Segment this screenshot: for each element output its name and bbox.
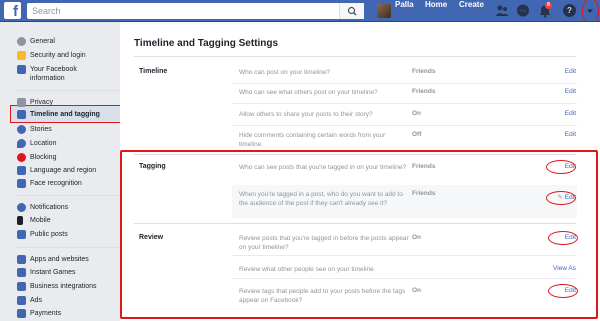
- sidebar-item-label: Face recognition: [30, 180, 82, 187]
- sidebar-item-label: Timeline and tagging: [30, 111, 100, 118]
- sidebar-item-label: Apps and websites: [30, 256, 89, 263]
- page-title: Timeline and Tagging Settings: [134, 38, 279, 49]
- search-button[interactable]: [339, 3, 364, 19]
- language-icon: [17, 166, 26, 175]
- sidebar-item-label: Language and region: [30, 167, 97, 174]
- sidebar-item-label: Privacy: [30, 99, 53, 106]
- sidebar-item-stories[interactable]: Stories: [17, 125, 52, 134]
- sidebar-divider: [15, 90, 125, 91]
- friend-requests-icon[interactable]: [495, 4, 509, 18]
- sidebar-item-label: Location: [30, 140, 57, 147]
- mobile-icon: [17, 216, 23, 225]
- sidebar-item-label: Ads: [30, 297, 43, 304]
- gear-icon: [17, 37, 26, 46]
- sidebar-item-label: Public posts: [30, 231, 68, 238]
- sidebar-item-business-integrations[interactable]: Business integrations: [17, 282, 97, 291]
- sidebar-item-label: Stories: [30, 126, 52, 133]
- facebook-logo-icon[interactable]: f: [4, 2, 21, 19]
- help-icon[interactable]: ?: [563, 4, 576, 17]
- sidebar-item-face-recognition[interactable]: Face recognition: [17, 179, 82, 188]
- home-link[interactable]: Home: [425, 0, 447, 22]
- business-icon: [17, 282, 26, 291]
- sidebar-item-label: Your Facebook information: [30, 66, 77, 82]
- sidebar-item-label: Payments: [30, 310, 62, 317]
- sidebar-item-privacy[interactable]: Privacy: [17, 98, 53, 107]
- row-divider: [232, 103, 577, 104]
- sidebar-item-ads[interactable]: Ads: [17, 296, 42, 305]
- avatar[interactable]: [377, 4, 391, 18]
- sidebar-item-language-and-region[interactable]: Language and region: [17, 166, 96, 175]
- apps-icon: [17, 255, 26, 264]
- sidebar-item-general[interactable]: General: [17, 37, 55, 46]
- sidebar-item-label: Notifications: [30, 204, 69, 211]
- rss-icon: [17, 230, 26, 239]
- sidebar-item-security[interactable]: Security and login: [17, 51, 86, 60]
- title-divider: [134, 56, 576, 57]
- facebook-icon: [17, 65, 26, 74]
- ads-icon: [17, 296, 26, 305]
- sidebar-item-notifications[interactable]: Notifications: [17, 203, 68, 212]
- sidebar-item-instant-games[interactable]: Instant Games: [17, 268, 76, 277]
- sidebar-item-label: Blocking: [30, 154, 57, 161]
- location-icon: [17, 139, 26, 148]
- blocking-icon: [17, 153, 26, 162]
- edit-link[interactable]: Edit: [565, 68, 576, 75]
- edit-link[interactable]: Edit: [565, 131, 576, 138]
- sidebar-divider: [15, 247, 125, 248]
- payments-icon: [17, 309, 26, 318]
- sidebar-item-blocking[interactable]: Blocking: [17, 153, 56, 162]
- shield-icon: [17, 51, 26, 60]
- timeline-icon: [17, 110, 26, 119]
- sidebar-item-location[interactable]: Location: [17, 139, 56, 148]
- setting-question: Who can post on your timeline?: [239, 69, 331, 76]
- row-divider: [232, 125, 577, 126]
- search-icon: [347, 6, 357, 16]
- globe-icon: [17, 203, 26, 212]
- sidebar-item-label: Mobile: [30, 217, 51, 224]
- games-icon: [17, 268, 26, 277]
- sidebar-item-label: General: [30, 38, 55, 45]
- settings-panel: Timeline and Tagging Settings Timeline W…: [120, 22, 600, 321]
- sidebar-item-facebook-information[interactable]: Your Facebook information: [17, 65, 110, 83]
- search-input[interactable]: Search: [27, 3, 364, 19]
- sidebar-item-public-posts[interactable]: Public posts: [17, 230, 68, 239]
- setting-question: Hide comments containing certain words f…: [239, 132, 386, 148]
- setting-question: Allow others to share your posts to thei…: [239, 111, 373, 118]
- top-navigation-bar: f Search Palla Home Create 8 ?: [0, 0, 600, 22]
- row-divider: [232, 83, 577, 84]
- settings-sidebar: General Security and login Your Facebook…: [0, 22, 130, 321]
- sidebar-item-label: Security and login: [30, 52, 86, 59]
- edit-link[interactable]: Edit: [565, 110, 576, 117]
- profile-link[interactable]: Palla: [395, 0, 414, 22]
- create-link[interactable]: Create: [459, 0, 484, 22]
- setting-value: On: [412, 110, 422, 117]
- setting-value: Friends: [412, 88, 436, 95]
- messenger-icon[interactable]: [516, 4, 530, 18]
- section-label-timeline: Timeline: [139, 68, 168, 75]
- notification-count-badge: 8: [545, 2, 552, 9]
- edit-link[interactable]: Edit: [565, 88, 576, 95]
- sidebar-item-apps-and-websites[interactable]: Apps and websites: [17, 255, 89, 264]
- face-recognition-icon: [17, 179, 26, 188]
- setting-value: Friends: [412, 68, 436, 75]
- annotation-box-tagging-review: [120, 150, 598, 319]
- setting-question: Who can see what others post on your tim…: [239, 89, 378, 96]
- sidebar-item-payments[interactable]: Payments: [17, 309, 61, 318]
- sidebar-item-label: Business integrations: [30, 283, 97, 290]
- sidebar-item-mobile[interactable]: Mobile: [17, 216, 51, 225]
- lock-icon: [17, 98, 26, 107]
- sidebar-divider: [15, 195, 125, 196]
- sidebar-item-label: Instant Games: [30, 269, 76, 276]
- stories-icon: [17, 125, 26, 134]
- setting-value: Off: [412, 131, 422, 138]
- sidebar-item-timeline-and-tagging[interactable]: Timeline and tagging: [17, 110, 100, 119]
